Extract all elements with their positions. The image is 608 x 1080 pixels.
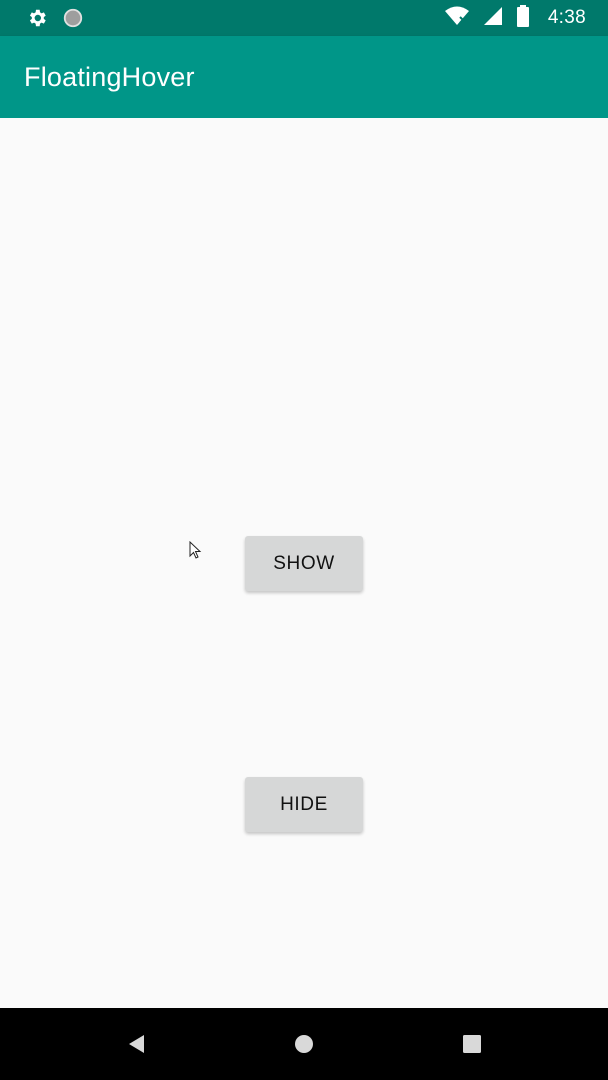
app-title: FloatingHover xyxy=(24,62,195,92)
back-icon[interactable] xyxy=(124,1032,148,1056)
wifi-icon xyxy=(444,5,470,32)
status-time: 4:38 xyxy=(547,7,586,28)
navigation-bar xyxy=(0,1008,608,1080)
app-bar: FloatingHover xyxy=(0,36,608,118)
show-button[interactable]: SHOW xyxy=(245,536,363,591)
home-icon[interactable] xyxy=(292,1032,316,1056)
battery-icon xyxy=(516,4,530,32)
main-content: SHOW HIDE xyxy=(0,118,608,1008)
status-left-icons xyxy=(26,7,84,34)
status-right-icons: 4:38 xyxy=(444,0,586,36)
circle-notification-icon xyxy=(62,7,84,34)
hide-button[interactable]: HIDE xyxy=(245,777,363,832)
mouse-cursor-icon xyxy=(189,541,202,559)
recents-icon[interactable] xyxy=(460,1032,484,1056)
signal-icon xyxy=(482,5,504,32)
status-bar: 4:38 xyxy=(0,0,608,36)
settings-icon xyxy=(26,7,48,34)
